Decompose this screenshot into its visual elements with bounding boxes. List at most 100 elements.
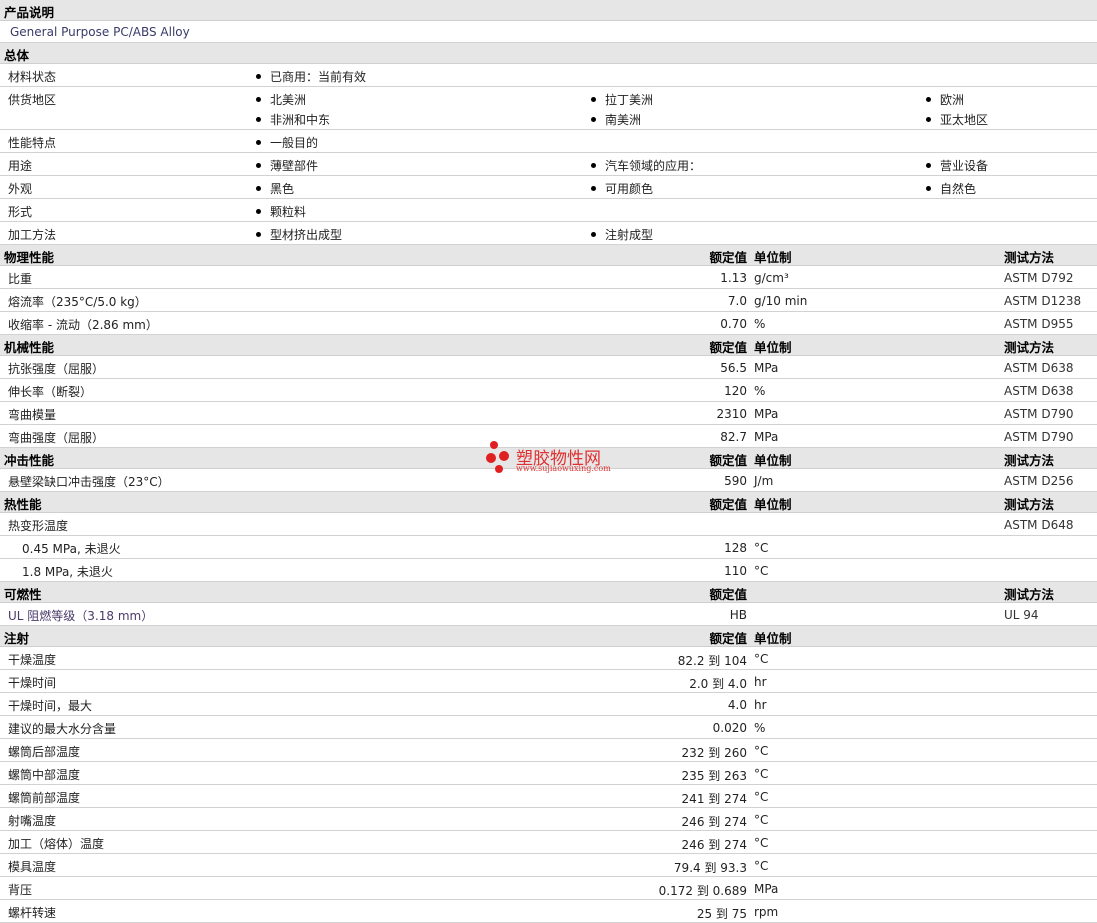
property-row: 螺筒中部温度 235 到 263 °C: [0, 762, 1097, 785]
property-unit: °C: [754, 813, 769, 827]
property-value: 128: [724, 541, 747, 555]
bullet-text: 颗粒料: [270, 205, 307, 219]
property-value: 590: [724, 474, 747, 488]
section-header-product-desc: 产品说明: [0, 0, 1097, 21]
property-label: UL 阻燃等级（3.18 mm）: [8, 609, 154, 623]
logo-dot: [490, 441, 498, 449]
product-desc-text: General Purpose PC/ABS Alloy: [10, 25, 190, 39]
property-unit: MPa: [754, 361, 779, 375]
test-method: ASTM D648: [1004, 518, 1074, 532]
bullet-item: 型材挤出成型: [256, 226, 342, 243]
property-value: 56.5: [720, 361, 747, 375]
section-title: 热性能: [4, 497, 42, 512]
row-label: 供货地区: [8, 93, 57, 107]
bullet-icon: [591, 117, 596, 122]
general-row: 用途 薄壁部件 汽车领域的应用： 营业设备: [0, 153, 1097, 176]
property-label: 热变形温度: [8, 519, 69, 533]
property-label: 1.8 MPa, 未退火: [22, 565, 113, 579]
test-method: ASTM D792: [1004, 271, 1074, 285]
row-label: 加工方法: [8, 228, 57, 242]
column-header-method: 测试方法: [1004, 453, 1055, 468]
column-header-nominal: 额定值: [709, 250, 747, 265]
property-label: 干燥温度: [8, 653, 57, 667]
property-unit: °C: [754, 652, 769, 666]
property-label: 加工（熔体）温度: [8, 837, 105, 851]
bullet-item: 自然色: [926, 180, 976, 197]
property-value: 79.4 到 93.3: [673, 861, 747, 875]
column-header-nominal: 额定值: [709, 340, 747, 355]
section-title: 总体: [4, 48, 30, 63]
property-value: 0.172 到 0.689: [658, 884, 747, 898]
property-value: 241 到 274: [681, 792, 747, 806]
bullet-item: 颗粒料: [256, 203, 306, 220]
property-unit: °C: [754, 859, 769, 873]
row-label: 性能特点: [8, 136, 57, 150]
bullet-item: 已商用：当前有效: [256, 68, 366, 85]
bullet-icon: [256, 140, 261, 145]
property-unit: °C: [754, 564, 769, 578]
general-row: 形式 颗粒料: [0, 199, 1097, 222]
property-unit: °C: [754, 744, 769, 758]
test-method: ASTM D638: [1004, 384, 1074, 398]
bullet-icon: [256, 74, 261, 79]
section-header-physical: 物理性能 额定值 单位制 测试方法: [0, 245, 1097, 266]
column-header-unit: 单位制: [754, 250, 792, 265]
property-label: 螺筒前部温度: [8, 791, 81, 805]
property-value: 1.13: [720, 271, 747, 285]
property-value: 7.0: [727, 294, 747, 308]
column-header-unit: 单位制: [754, 453, 792, 468]
property-unit: °C: [754, 790, 769, 804]
bullet-text: 一般目的: [270, 136, 319, 150]
property-value: 0.020: [712, 721, 747, 735]
column-header-nominal: 额定值: [709, 631, 747, 646]
bullet-text: 已商用：当前有效: [270, 70, 367, 84]
bullet-item: 欧洲: [926, 91, 964, 108]
bullet-item: 营业设备: [926, 157, 988, 174]
property-label: 弯曲强度（屈服）: [8, 431, 105, 445]
row-label: 材料状态: [8, 70, 57, 84]
bullet-icon: [256, 163, 261, 168]
logo-dot: [486, 453, 496, 463]
test-method: ASTM D256: [1004, 474, 1074, 488]
bullet-text: 自然色: [940, 182, 977, 196]
property-unit: °C: [754, 767, 769, 781]
property-row: UL 阻燃等级（3.18 mm） HB UL 94: [0, 603, 1097, 626]
bullet-text: 薄壁部件: [270, 159, 319, 173]
property-row: 比重 1.13 g/cm³ ASTM D792: [0, 266, 1097, 289]
property-label: 模具温度: [8, 860, 57, 874]
bullet-item: 一般目的: [256, 134, 318, 151]
property-row: 螺筒前部温度 241 到 274 °C: [0, 785, 1097, 808]
bullet-item: 注射成型: [591, 226, 653, 243]
column-header-unit: 单位制: [754, 631, 792, 646]
property-row: 螺筒后部温度 232 到 260 °C: [0, 739, 1097, 762]
bullet-icon: [256, 186, 261, 191]
property-unit: rpm: [754, 905, 779, 919]
property-row: 加工（熔体）温度 246 到 274 °C: [0, 831, 1097, 854]
watermark-url: www.sujiaowuxing.com: [516, 464, 611, 473]
bullet-icon: [591, 186, 596, 191]
column-header-method: 测试方法: [1004, 250, 1055, 265]
bullet-text: 拉丁美洲: [605, 93, 654, 107]
property-label: 弯曲模量: [8, 408, 57, 422]
general-row: 供货地区 北美洲 拉丁美洲 欧洲 非洲和中东 南美洲 亚太地区: [0, 87, 1097, 130]
logo-dot: [499, 451, 509, 461]
bullet-text: 亚太地区: [940, 113, 989, 127]
property-row: 弯曲模量 2310 MPa ASTM D790: [0, 402, 1097, 425]
bullet-icon: [926, 186, 931, 191]
property-value: 25 到 75: [696, 907, 747, 921]
bullet-icon: [256, 232, 261, 237]
general-row: 加工方法 型材挤出成型 注射成型: [0, 222, 1097, 245]
property-label: 比重: [8, 272, 33, 286]
row-label: 用途: [8, 159, 33, 173]
section-header-thermal: 热性能 额定值 单位制 测试方法: [0, 492, 1097, 513]
property-row: 干燥时间 2.0 到 4.0 hr: [0, 670, 1097, 693]
property-label: 干燥时间，最大: [8, 699, 93, 713]
property-label: 伸长率（断裂）: [8, 385, 93, 399]
property-unit: °C: [754, 836, 769, 850]
property-value: 120: [724, 384, 747, 398]
property-unit: hr: [754, 698, 767, 712]
section-title: 物理性能: [4, 250, 55, 265]
general-row: 材料状态 已商用：当前有效: [0, 64, 1097, 87]
section-header-general: 总体: [0, 43, 1097, 64]
bullet-text: 汽车领域的应用：: [605, 159, 702, 173]
